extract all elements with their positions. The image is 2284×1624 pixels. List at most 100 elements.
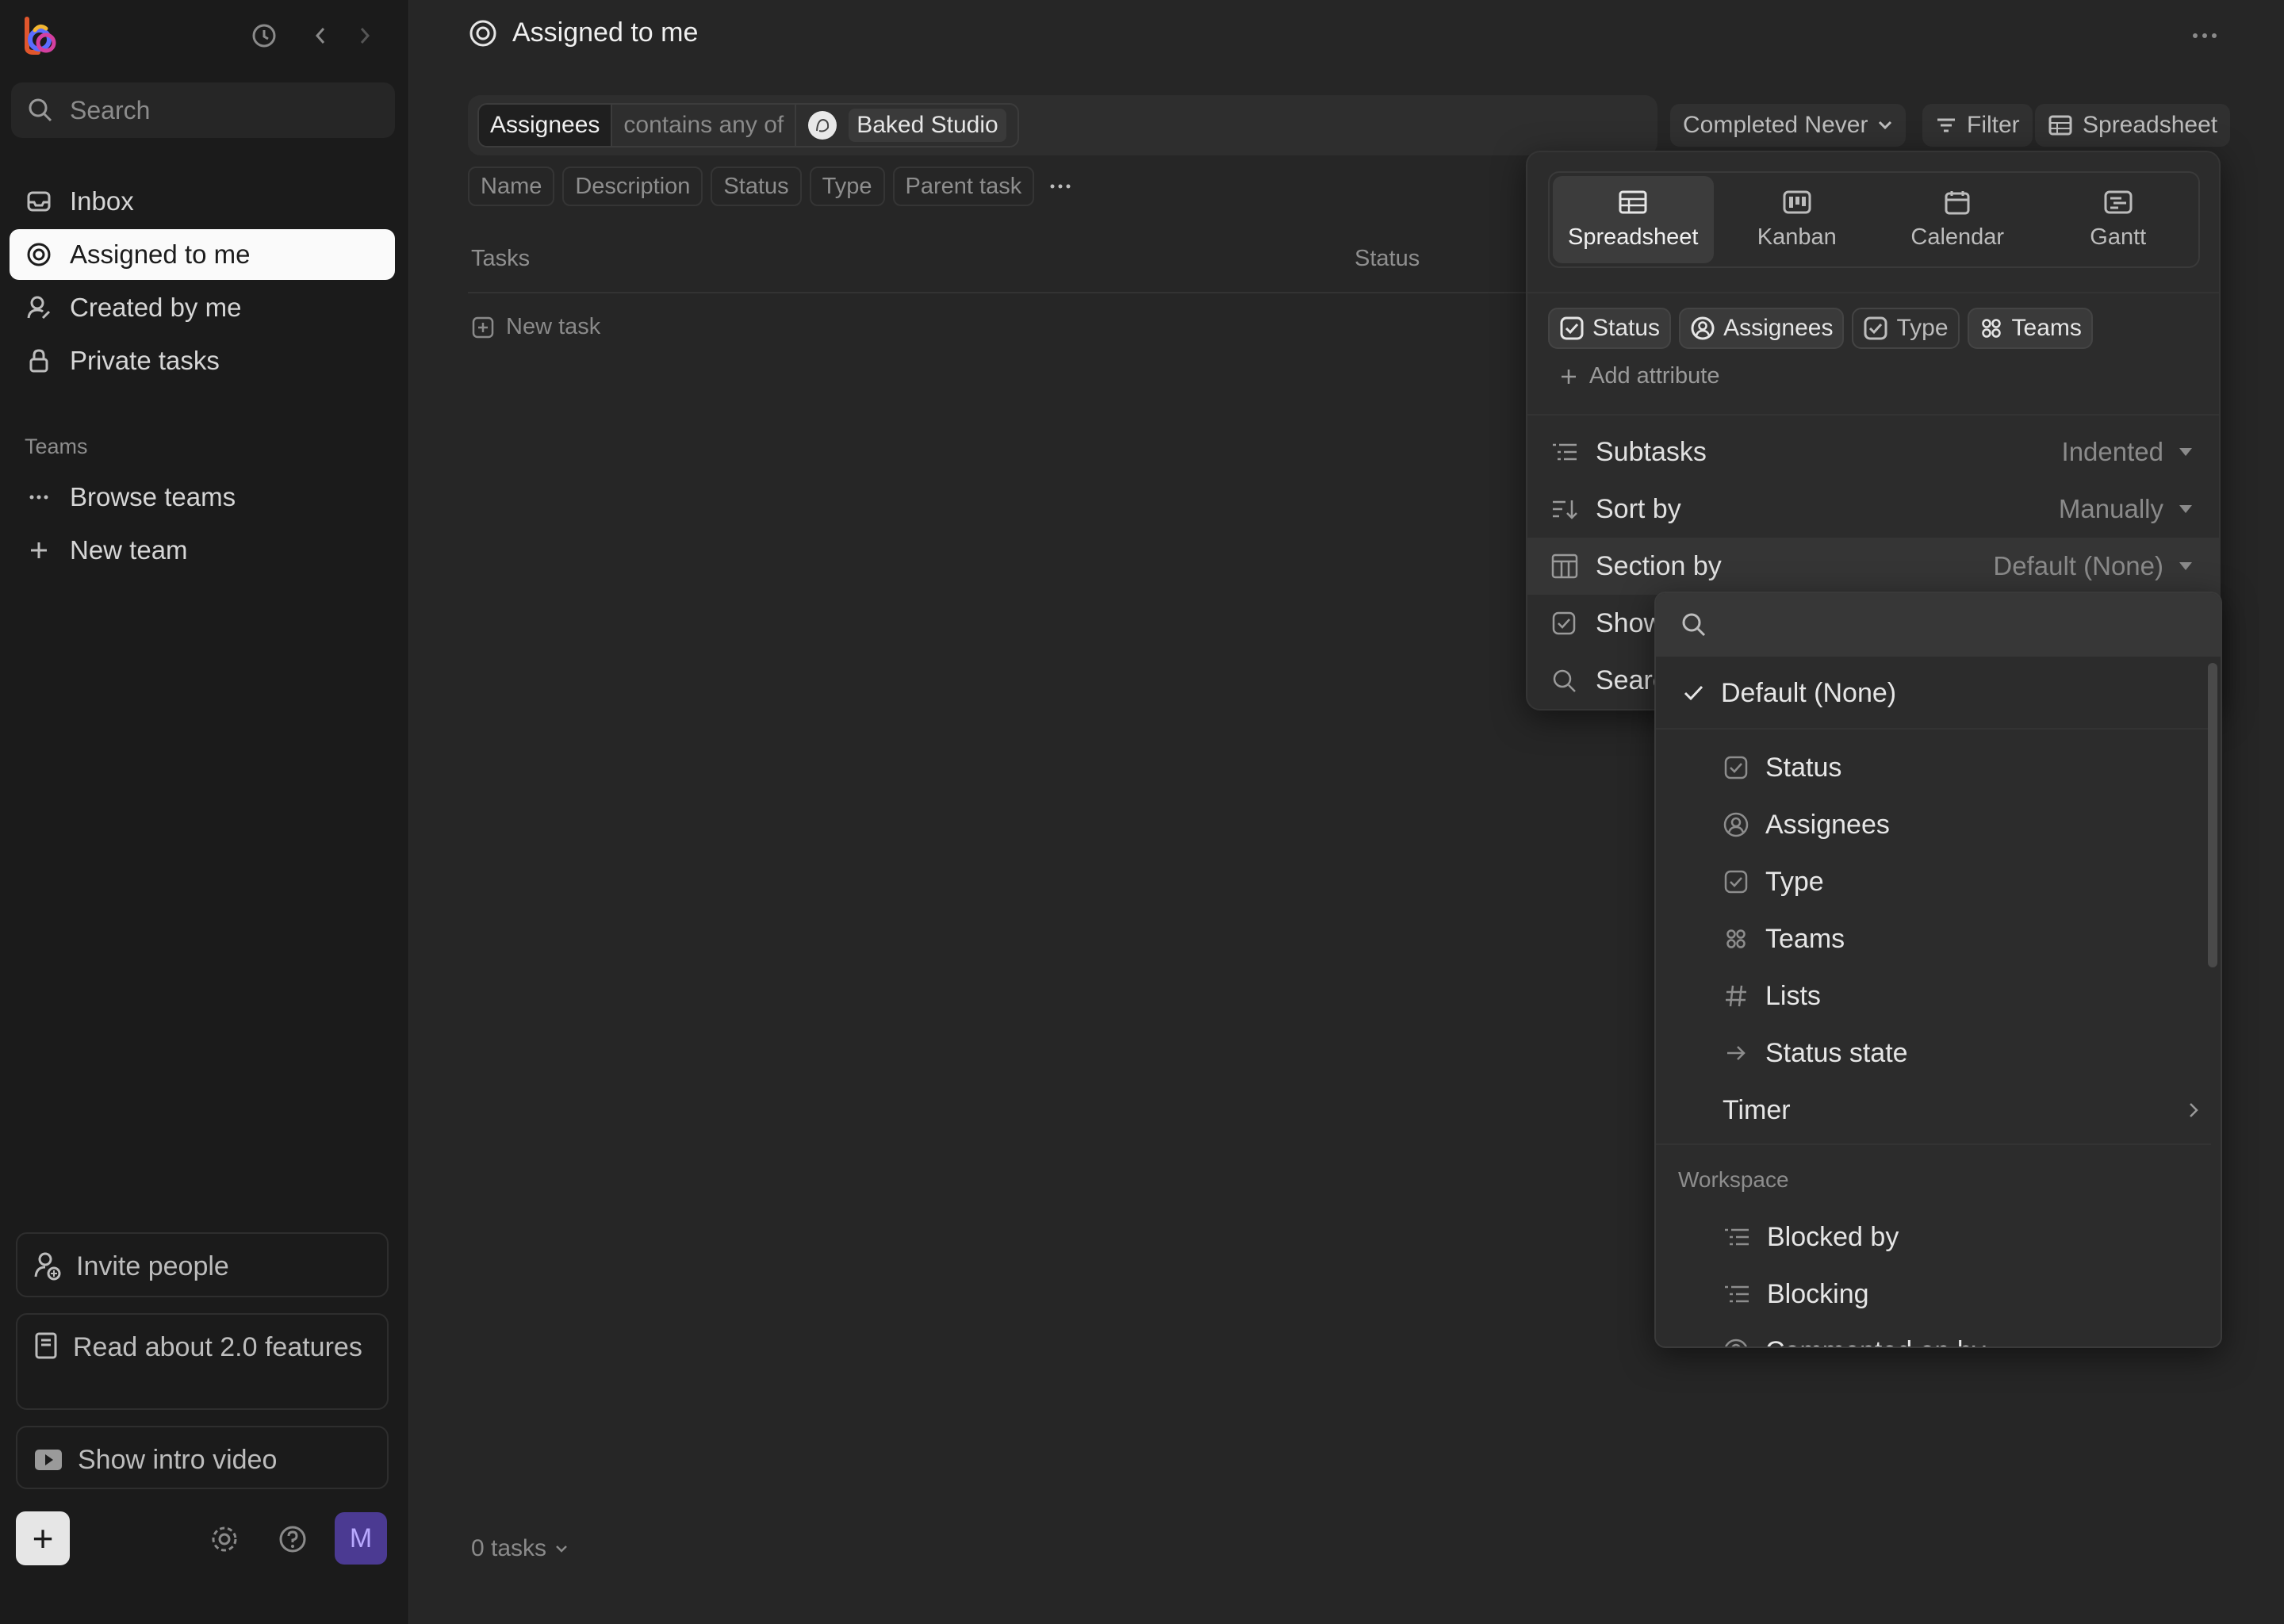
option-status-state[interactable]: Status state — [1656, 1025, 2211, 1082]
column-chip-description[interactable]: Description — [562, 167, 703, 206]
view-switcher-button[interactable]: Spreadsheet — [2035, 104, 2231, 147]
table-header-divider — [468, 292, 1531, 293]
new-task-button[interactable]: New task — [471, 314, 600, 340]
section-value[interactable]: Default (None) — [1993, 551, 2194, 581]
option-label: Teams — [1765, 923, 1845, 954]
option-commented-on-by[interactable]: Commented on by — [1656, 1323, 2211, 1347]
completed-filter-dropdown[interactable]: Completed Never — [1670, 104, 1907, 147]
attribute-chip-type[interactable]: Type — [1852, 308, 1960, 349]
settings-gear-icon[interactable] — [209, 1524, 240, 1554]
option-label: Lists — [1765, 980, 1821, 1011]
tab-gantt[interactable]: Gantt — [2038, 173, 2199, 266]
person-add-icon — [33, 1250, 62, 1281]
chevron-down-icon — [554, 1544, 569, 1553]
lock-icon — [25, 347, 52, 374]
sidebar-item-assigned[interactable]: Assigned to me — [10, 229, 395, 280]
dropdown-divider — [1656, 728, 2211, 730]
person-icon — [1690, 316, 1715, 341]
option-timer[interactable]: Timer — [1656, 1082, 2211, 1139]
filter-lines-icon — [1935, 114, 1957, 136]
filter-value[interactable]: Baked Studio — [795, 104, 1017, 147]
option-blocked-by[interactable]: Blocked by — [1656, 1208, 2211, 1266]
option-teams[interactable]: Teams — [1656, 910, 2211, 967]
filter-operator[interactable]: contains any of — [611, 104, 795, 147]
filter-button[interactable]: Filter — [1922, 104, 2033, 147]
user-avatar[interactable]: M — [335, 1512, 387, 1565]
filter-condition[interactable]: Assignees contains any of Baked Studio — [477, 103, 1019, 147]
page-title: Assigned to me — [512, 17, 699, 48]
attribute-chip-assignees[interactable]: Assignees — [1679, 308, 1845, 349]
history-icon[interactable] — [251, 22, 278, 49]
tab-spreadsheet[interactable]: Spreadsheet — [1553, 176, 1714, 263]
more-options-icon[interactable] — [2190, 24, 2219, 48]
attribute-label: Status — [1592, 315, 1661, 341]
sidebar-item-browse-teams[interactable]: Browse teams — [10, 472, 395, 523]
column-chip-status[interactable]: Status — [711, 167, 802, 206]
subtasks-option[interactable]: Subtasks Indented — [1527, 423, 2219, 481]
column-header-status[interactable]: Status — [1355, 246, 1420, 272]
sidebar-search[interactable]: Search — [11, 82, 395, 138]
section-by-dropdown: Default (None) Status Assignees Type Tea… — [1654, 592, 2222, 1348]
sort-option[interactable]: Sort by Manually — [1527, 481, 2219, 538]
calendar-icon — [1941, 190, 1973, 215]
sort-value[interactable]: Manually — [2059, 494, 2194, 524]
sidebar-item-inbox[interactable]: Inbox — [10, 176, 395, 227]
column-chip-parent-task[interactable]: Parent task — [892, 167, 1035, 206]
dropdown-divider — [1656, 1143, 2211, 1145]
attribute-label: Teams — [2011, 315, 2082, 341]
show-label: Show — [1596, 607, 1664, 638]
attribute-chip-teams[interactable]: Teams — [1967, 308, 2093, 349]
option-default-none[interactable]: Default (None) — [1656, 665, 2211, 722]
option-status[interactable]: Status — [1656, 739, 2211, 796]
option-label: Commented on by — [1765, 1336, 1986, 1347]
column-chip-name[interactable]: Name — [468, 167, 555, 206]
tab-label: Gantt — [2090, 224, 2147, 250]
dropdown-search-input[interactable] — [1656, 593, 2221, 657]
person-icon — [1723, 1338, 1749, 1346]
person-edit-icon — [25, 294, 52, 321]
sidebar-item-label: Browse teams — [70, 482, 236, 511]
sidebar-item-label: Created by me — [70, 293, 242, 322]
tab-kanban[interactable]: Kanban — [1717, 173, 1878, 266]
column-header-tasks[interactable]: Tasks — [471, 246, 530, 272]
filter-field[interactable]: Assignees — [479, 105, 611, 146]
more-dots-icon — [25, 484, 52, 511]
intro-video-button[interactable]: Show intro video — [16, 1426, 389, 1489]
more-columns-icon[interactable] — [1042, 167, 1079, 206]
read-features-button[interactable]: Read about 2.0 features — [16, 1313, 389, 1410]
completed-label: Completed Never — [1683, 112, 1868, 138]
subtasks-value-label: Indented — [2061, 437, 2163, 466]
attribute-chip-status[interactable]: Status — [1548, 308, 1672, 349]
tab-label: Calendar — [1910, 224, 2005, 250]
layout-sections-icon — [1550, 553, 1580, 580]
add-attribute-button[interactable]: Add attribute — [1559, 363, 1719, 389]
panel-divider — [1527, 292, 2219, 293]
option-blocking[interactable]: Blocking — [1656, 1266, 2211, 1323]
sidebar-item-new-team[interactable]: New team — [10, 525, 395, 576]
indent-list-icon — [1723, 1224, 1751, 1251]
sidebar-item-created[interactable]: Created by me — [10, 282, 395, 333]
invite-people-button[interactable]: Invite people — [16, 1232, 389, 1297]
forward-arrow-icon[interactable] — [355, 24, 374, 48]
sidebar-item-private[interactable]: Private tasks — [10, 335, 395, 386]
hash-icon — [1723, 982, 1749, 1009]
help-icon[interactable] — [278, 1524, 308, 1554]
dropdown-scrollbar[interactable] — [2208, 663, 2217, 967]
task-count-toggle[interactable]: 0 tasks — [471, 1535, 569, 1562]
checkbox-icon — [1550, 610, 1580, 637]
tab-calendar[interactable]: Calendar — [1877, 173, 2038, 266]
app-logo-icon[interactable] — [22, 16, 59, 56]
checkbox-icon — [1863, 316, 1888, 341]
section-by-option[interactable]: Section by Default (None) — [1527, 538, 2219, 595]
caret-down-icon — [2178, 561, 2194, 572]
new-task-label: New task — [506, 314, 601, 339]
section-label: Section by — [1596, 550, 1722, 581]
column-chip-type[interactable]: Type — [809, 167, 885, 206]
sidebar-item-label: New team — [70, 535, 188, 565]
option-lists[interactable]: Lists — [1656, 967, 2211, 1025]
create-button[interactable]: + — [16, 1511, 70, 1565]
option-type[interactable]: Type — [1656, 853, 2211, 910]
back-arrow-icon[interactable] — [311, 24, 330, 48]
option-assignees[interactable]: Assignees — [1656, 796, 2211, 853]
subtasks-value[interactable]: Indented — [2062, 437, 2194, 467]
